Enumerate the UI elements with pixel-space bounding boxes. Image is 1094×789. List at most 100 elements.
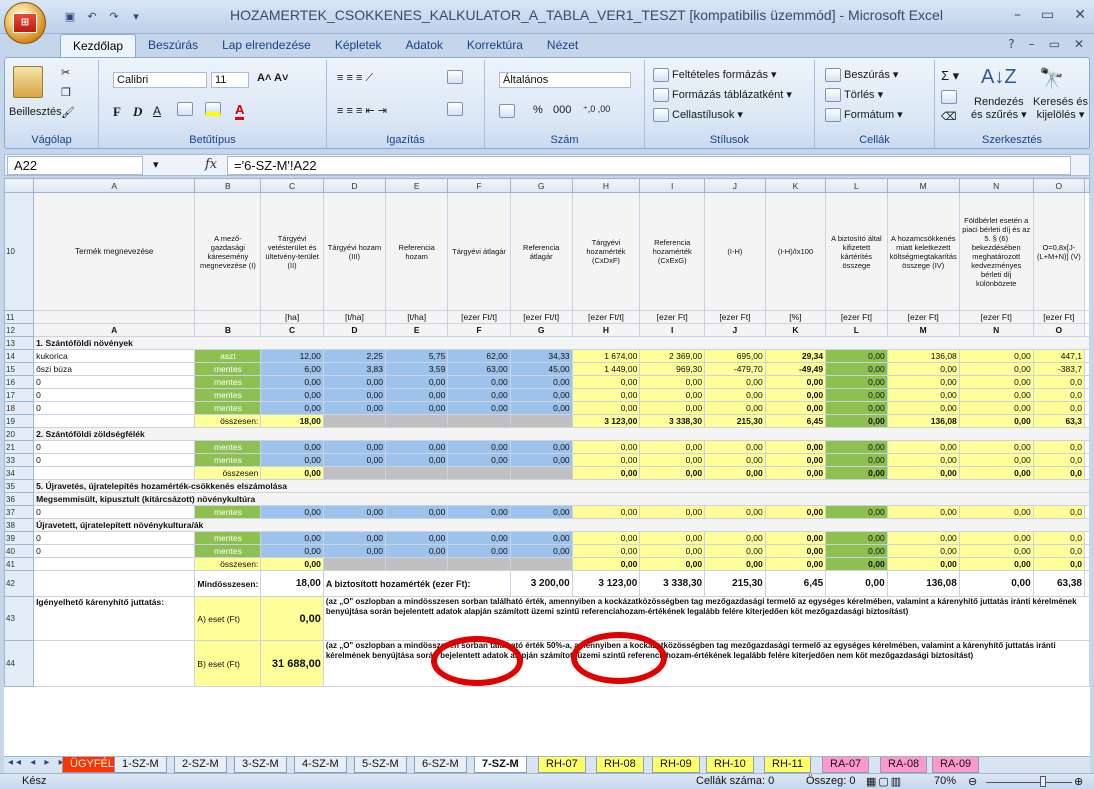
- wrap-text-icon[interactable]: [447, 70, 466, 84]
- data-cell[interactable]: 0,00: [764, 375, 827, 389]
- grand-total-m[interactable]: 136,08: [886, 570, 960, 597]
- data-cell[interactable]: 0,00: [384, 505, 449, 519]
- empty-cell[interactable]: [33, 570, 196, 597]
- data-cell[interactable]: 0,00: [447, 544, 511, 558]
- data-cell[interactable]: -383,7: [1032, 362, 1086, 376]
- data-cell[interactable]: 0,00: [322, 440, 387, 454]
- empty-cell[interactable]: [1084, 440, 1090, 454]
- empty-cell[interactable]: [1084, 362, 1090, 376]
- case-a-description[interactable]: (az „O" oszlopban a mindösszesen sorban …: [322, 596, 1090, 641]
- data-cell[interactable]: 0,00: [764, 557, 827, 571]
- data-cell[interactable]: 0,00: [260, 453, 324, 467]
- letter-cell[interactable]: G: [509, 323, 573, 337]
- unit-cell[interactable]: [%]: [764, 310, 827, 324]
- unit-cell[interactable]: [33, 310, 196, 324]
- data-cell[interactable]: mentes: [194, 440, 262, 454]
- sheet-tab[interactable]: RH-10: [706, 757, 754, 773]
- grand-total-h[interactable]: 3 123,00: [571, 570, 641, 597]
- data-cell[interactable]: 0,00: [509, 531, 573, 545]
- undo-icon[interactable]: ↶: [84, 10, 100, 24]
- unit-cell[interactable]: [ezer Ft]: [704, 310, 766, 324]
- row-header[interactable]: 17: [4, 388, 35, 402]
- data-cell[interactable]: 0,00: [704, 505, 766, 519]
- data-cell[interactable]: mentes: [194, 401, 262, 415]
- tab-review[interactable]: Korrektúra: [455, 34, 535, 58]
- font-size-select[interactable]: 11: [211, 72, 249, 88]
- copy-icon[interactable]: ❐: [61, 86, 71, 99]
- section-title[interactable]: 5. Újravetés, újratelepítés hozamérték-c…: [33, 479, 1090, 493]
- product-name-cell[interactable]: 0: [33, 544, 196, 558]
- cut-icon[interactable]: ✂: [61, 66, 70, 79]
- data-cell[interactable]: 0,00: [447, 453, 511, 467]
- data-cell[interactable]: 0,00: [825, 531, 888, 545]
- empty-cell[interactable]: [33, 640, 196, 687]
- data-cell[interactable]: 0,00: [764, 401, 827, 415]
- row-header[interactable]: 37: [4, 505, 35, 519]
- sheet-tab[interactable]: 2-SZ-M: [174, 757, 227, 773]
- data-cell[interactable]: mentes: [194, 453, 262, 467]
- view-buttons[interactable]: ▦▢▥: [866, 775, 903, 788]
- data-cell[interactable]: 0,00: [384, 401, 449, 415]
- data-cell[interactable]: 0,0: [1032, 401, 1086, 415]
- data-cell[interactable]: 0,00: [322, 544, 387, 558]
- accounting-format-icon[interactable]: [499, 104, 518, 118]
- data-cell[interactable]: 0,00: [639, 557, 706, 571]
- data-cell[interactable]: 3 123,00: [571, 414, 641, 428]
- letter-cell[interactable]: K: [764, 323, 827, 337]
- zoom-slider-thumb[interactable]: [1040, 776, 1046, 787]
- data-cell[interactable]: 0,00: [825, 440, 888, 454]
- data-cell[interactable]: 63,00: [447, 362, 511, 376]
- insert-cells-button[interactable]: Beszúrás ▾: [825, 68, 898, 83]
- data-cell[interactable]: 12,00: [260, 349, 324, 363]
- find-select-icon[interactable]: 🔭: [1039, 66, 1064, 91]
- data-cell[interactable]: 0,00: [825, 544, 888, 558]
- data-cell[interactable]: -49,49: [764, 362, 827, 376]
- case-b-description[interactable]: (az „O" oszlopban a mindösszesen sorban …: [322, 640, 1090, 687]
- empty-cell[interactable]: [1084, 192, 1090, 311]
- data-cell[interactable]: [322, 466, 387, 480]
- data-cell[interactable]: 0,00: [704, 388, 766, 402]
- column-header[interactable]: G: [509, 178, 573, 193]
- data-cell[interactable]: 136,08: [886, 349, 960, 363]
- header-cell[interactable]: Tárgyévi hozam (III): [322, 192, 387, 311]
- help-icon[interactable]: ?: [1008, 37, 1014, 51]
- header-cell[interactable]: Referencia hozamérték (CxExG): [639, 192, 706, 311]
- sheet-tab[interactable]: RA-09: [932, 757, 980, 773]
- letter-cell[interactable]: E: [384, 323, 449, 337]
- data-cell[interactable]: 0,00: [704, 557, 766, 571]
- data-cell[interactable]: 0,00: [322, 505, 387, 519]
- data-cell[interactable]: 0,00: [704, 401, 766, 415]
- data-cell[interactable]: [509, 557, 573, 571]
- close-icon[interactable]: ✕: [1074, 7, 1086, 23]
- data-cell[interactable]: 0,00: [764, 544, 827, 558]
- tab-page-layout[interactable]: Lap elrendezése: [210, 34, 323, 58]
- data-cell[interactable]: 0,00: [509, 375, 573, 389]
- letter-cell[interactable]: B: [194, 323, 262, 337]
- empty-cell[interactable]: [1084, 453, 1090, 467]
- data-cell[interactable]: 0,00: [958, 362, 1034, 376]
- data-cell[interactable]: összesen:: [194, 414, 262, 428]
- customize-qat-icon[interactable]: ▾: [128, 10, 144, 24]
- sheet-tab[interactable]: RA-08: [880, 757, 928, 773]
- empty-cell[interactable]: [1084, 388, 1090, 402]
- ribbon-close-icon[interactable]: ✕: [1074, 37, 1084, 51]
- product-name-cell[interactable]: 0: [33, 440, 196, 454]
- row-header[interactable]: 15: [4, 362, 35, 376]
- data-cell[interactable]: 0,00: [260, 557, 324, 571]
- product-name-cell[interactable]: 0: [33, 453, 196, 467]
- unit-cell[interactable]: [ezer Ft]: [825, 310, 888, 324]
- data-cell[interactable]: 0,00: [958, 557, 1034, 571]
- data-cell[interactable]: 0,00: [447, 505, 511, 519]
- data-cell[interactable]: 0,00: [764, 388, 827, 402]
- data-cell[interactable]: 0,00: [384, 544, 449, 558]
- data-cell[interactable]: 0,00: [639, 544, 706, 558]
- letter-cell[interactable]: L: [825, 323, 888, 337]
- save-icon[interactable]: ▣: [62, 10, 78, 24]
- data-cell[interactable]: 0,00: [322, 531, 387, 545]
- empty-cell[interactable]: [1084, 570, 1090, 597]
- data-cell[interactable]: 6,00: [260, 362, 324, 376]
- data-cell[interactable]: 0,00: [509, 388, 573, 402]
- merge-center-icon[interactable]: [447, 102, 466, 116]
- data-cell[interactable]: 0,00: [958, 401, 1034, 415]
- header-cell[interactable]: Földbérlet esetén a piaci bérleti díj és…: [958, 192, 1034, 311]
